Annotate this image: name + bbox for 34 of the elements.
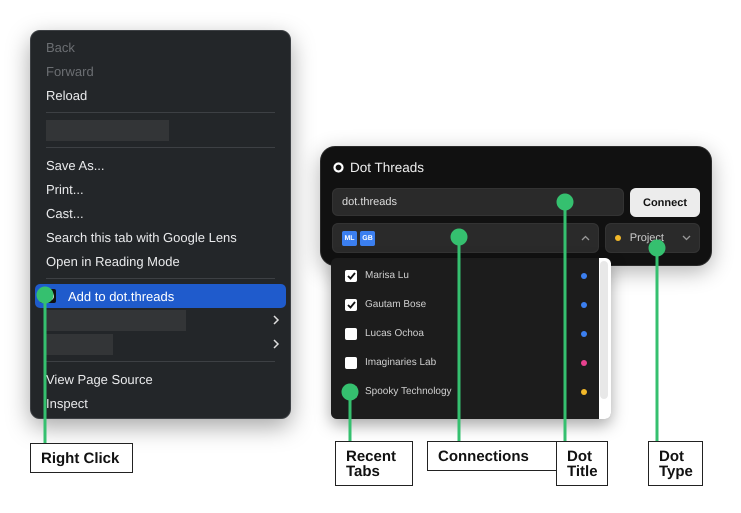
menu-item[interactable]: Reload (31, 83, 290, 107)
checkbox[interactable] (345, 270, 357, 282)
option-label[interactable]: Spooky Technology (365, 386, 573, 397)
caret-up-icon (580, 235, 590, 241)
chevron-right-icon (272, 339, 280, 349)
connect-button[interactable]: Connect (630, 188, 700, 217)
menu-item[interactable]: Open in Reading Mode (31, 249, 290, 273)
redacted-block (46, 334, 113, 354)
menu-item[interactable]: Inspect (31, 391, 290, 415)
scrollbar[interactable] (600, 261, 608, 399)
callout-label: Recent Tabs (335, 441, 413, 486)
callout-label: Dot Type (648, 441, 703, 486)
ring-icon (333, 162, 344, 172)
checkbox[interactable] (345, 356, 357, 368)
callout-label: Right Click (30, 443, 133, 473)
option-label[interactable]: Gautam Bose (365, 299, 573, 310)
menu-item[interactable]: Print... (31, 177, 290, 201)
caret-down-icon (682, 235, 691, 241)
checkbox[interactable] (345, 328, 357, 340)
menu-item[interactable]: Add to dot.threads (35, 284, 286, 308)
title-input[interactable]: dot.threads (332, 188, 624, 216)
checkbox[interactable] (345, 298, 357, 310)
menu-item[interactable]: Save As... (31, 153, 290, 177)
type-select[interactable]: Project (604, 223, 700, 253)
menu-item[interactable]: Cast... (31, 201, 290, 225)
callout-label: Dot Title (556, 441, 608, 486)
option-label[interactable]: Marisa Lu (365, 270, 573, 281)
leader-line (342, 384, 358, 441)
menu-item[interactable]: Search this tab with Google Lens (31, 225, 290, 249)
menu-item[interactable]: View Page Source (31, 367, 290, 391)
option-label[interactable]: Lucas Ochoa (365, 328, 573, 339)
chevron-right-icon (272, 315, 280, 325)
popup-title: Dot Threads (350, 160, 424, 174)
option-label[interactable]: Imaginaries Lab (365, 357, 573, 368)
